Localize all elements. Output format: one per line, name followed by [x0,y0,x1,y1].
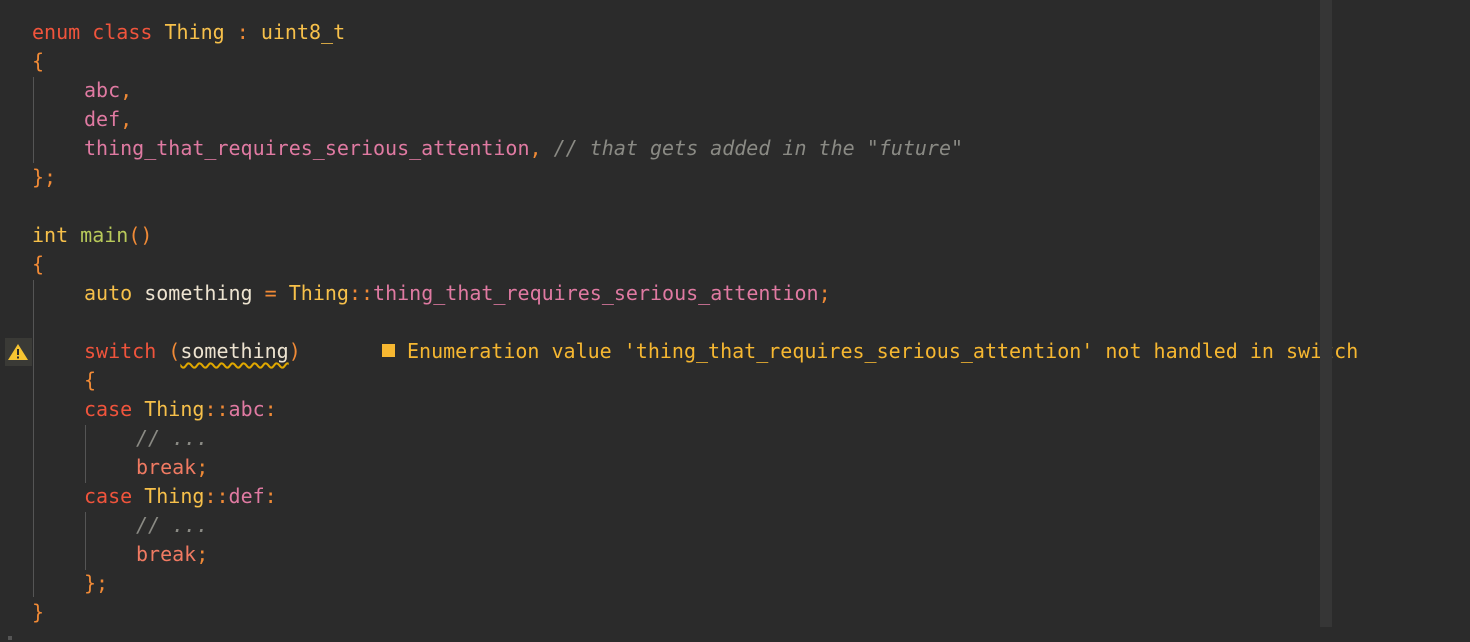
punctuation: , [120,107,133,131]
punctuation: : [264,484,277,508]
gutter [0,0,32,642]
enumerator: abc [228,397,265,421]
code-line[interactable]: break; [136,540,208,569]
indent-guide [85,425,86,483]
scope-operator: :: [204,484,229,508]
enumerator: def [84,107,121,131]
code-line[interactable]: enum class Thing : uint8_t [32,18,345,47]
code-line[interactable]: def, [84,105,132,134]
type-name: Thing [144,484,205,508]
type-name: Thing [288,281,349,305]
punctuation: { [32,252,45,276]
punctuation: }; [32,165,57,189]
type-name: int [32,223,69,247]
indent-guide [33,280,34,597]
warning-square-icon [382,344,395,357]
enumerator: thing_that_requires_serious_attention [373,281,819,305]
punctuation: , [120,78,133,102]
code-line[interactable]: break; [136,453,208,482]
punctuation: { [84,368,97,392]
comment: // ... [136,513,209,537]
keyword: break [136,542,197,566]
punctuation: ) [288,339,301,363]
code-line[interactable]: thing_that_requires_serious_attention, /… [84,134,963,163]
punctuation: () [128,223,153,247]
code-editor[interactable]: enum class Thing : uint8_t { abc, def, t… [0,0,1470,642]
punctuation: }; [84,571,109,595]
indent-guide [85,512,86,570]
code-line[interactable]: // ... [136,424,208,453]
code-line[interactable]: { [32,47,44,76]
code-line[interactable]: } [32,598,44,627]
enumerator: thing_that_requires_serious_attention [84,136,530,160]
code-line[interactable]: case Thing::abc: [84,395,277,424]
keyword: enum [32,20,81,44]
type-name: Thing [164,20,225,44]
operator: = [264,281,277,305]
enumerator: def [228,484,265,508]
punctuation: ( [168,339,181,363]
warning-gutter-marker[interactable] [5,338,32,366]
variable: something [144,281,253,305]
type-name: Thing [144,397,205,421]
keyword: case [84,397,133,421]
keyword: case [84,484,133,508]
scope-operator: :: [348,281,374,305]
code-line[interactable]: { [32,250,44,279]
punctuation: : [236,20,249,44]
code-line[interactable]: { [84,366,96,395]
punctuation: ; [196,542,209,566]
punctuation: , [529,136,542,160]
code-line[interactable]: auto something = Thing::thing_that_requi… [84,279,831,308]
code-line[interactable]: }; [32,163,56,192]
fold-marker [8,636,12,640]
type-name: uint8_t [260,20,346,44]
warning-icon [8,344,28,360]
keyword: class [92,20,153,44]
code-line[interactable]: abc, [84,76,132,105]
comment: // that gets added in the "future" [553,136,964,160]
punctuation: ; [818,281,831,305]
code-line[interactable]: case Thing::def: [84,482,277,511]
keyword: auto [84,281,133,305]
comment: // ... [136,426,209,450]
function-name: main [80,223,129,247]
enumerator: abc [84,78,121,102]
code-line[interactable]: }; [84,569,108,598]
inline-diagnostic[interactable]: Enumeration value 'thing_that_requires_s… [382,337,1358,366]
punctuation: ; [196,455,209,479]
code-line[interactable]: int main() [32,221,152,250]
diagnostic-message: Enumeration value 'thing_that_requires_s… [407,339,1359,363]
scope-operator: :: [204,397,229,421]
keyword: switch [84,339,157,363]
punctuation: : [264,397,277,421]
indent-guide [33,77,34,163]
punctuation: } [32,600,45,624]
keyword: break [136,455,197,479]
code-line[interactable]: switch (something) [84,337,301,366]
punctuation: { [32,49,45,73]
code-line[interactable]: // ... [136,511,208,540]
vertical-scrollbar[interactable] [1320,0,1332,627]
warning-squiggle-variable[interactable]: something [180,339,288,363]
